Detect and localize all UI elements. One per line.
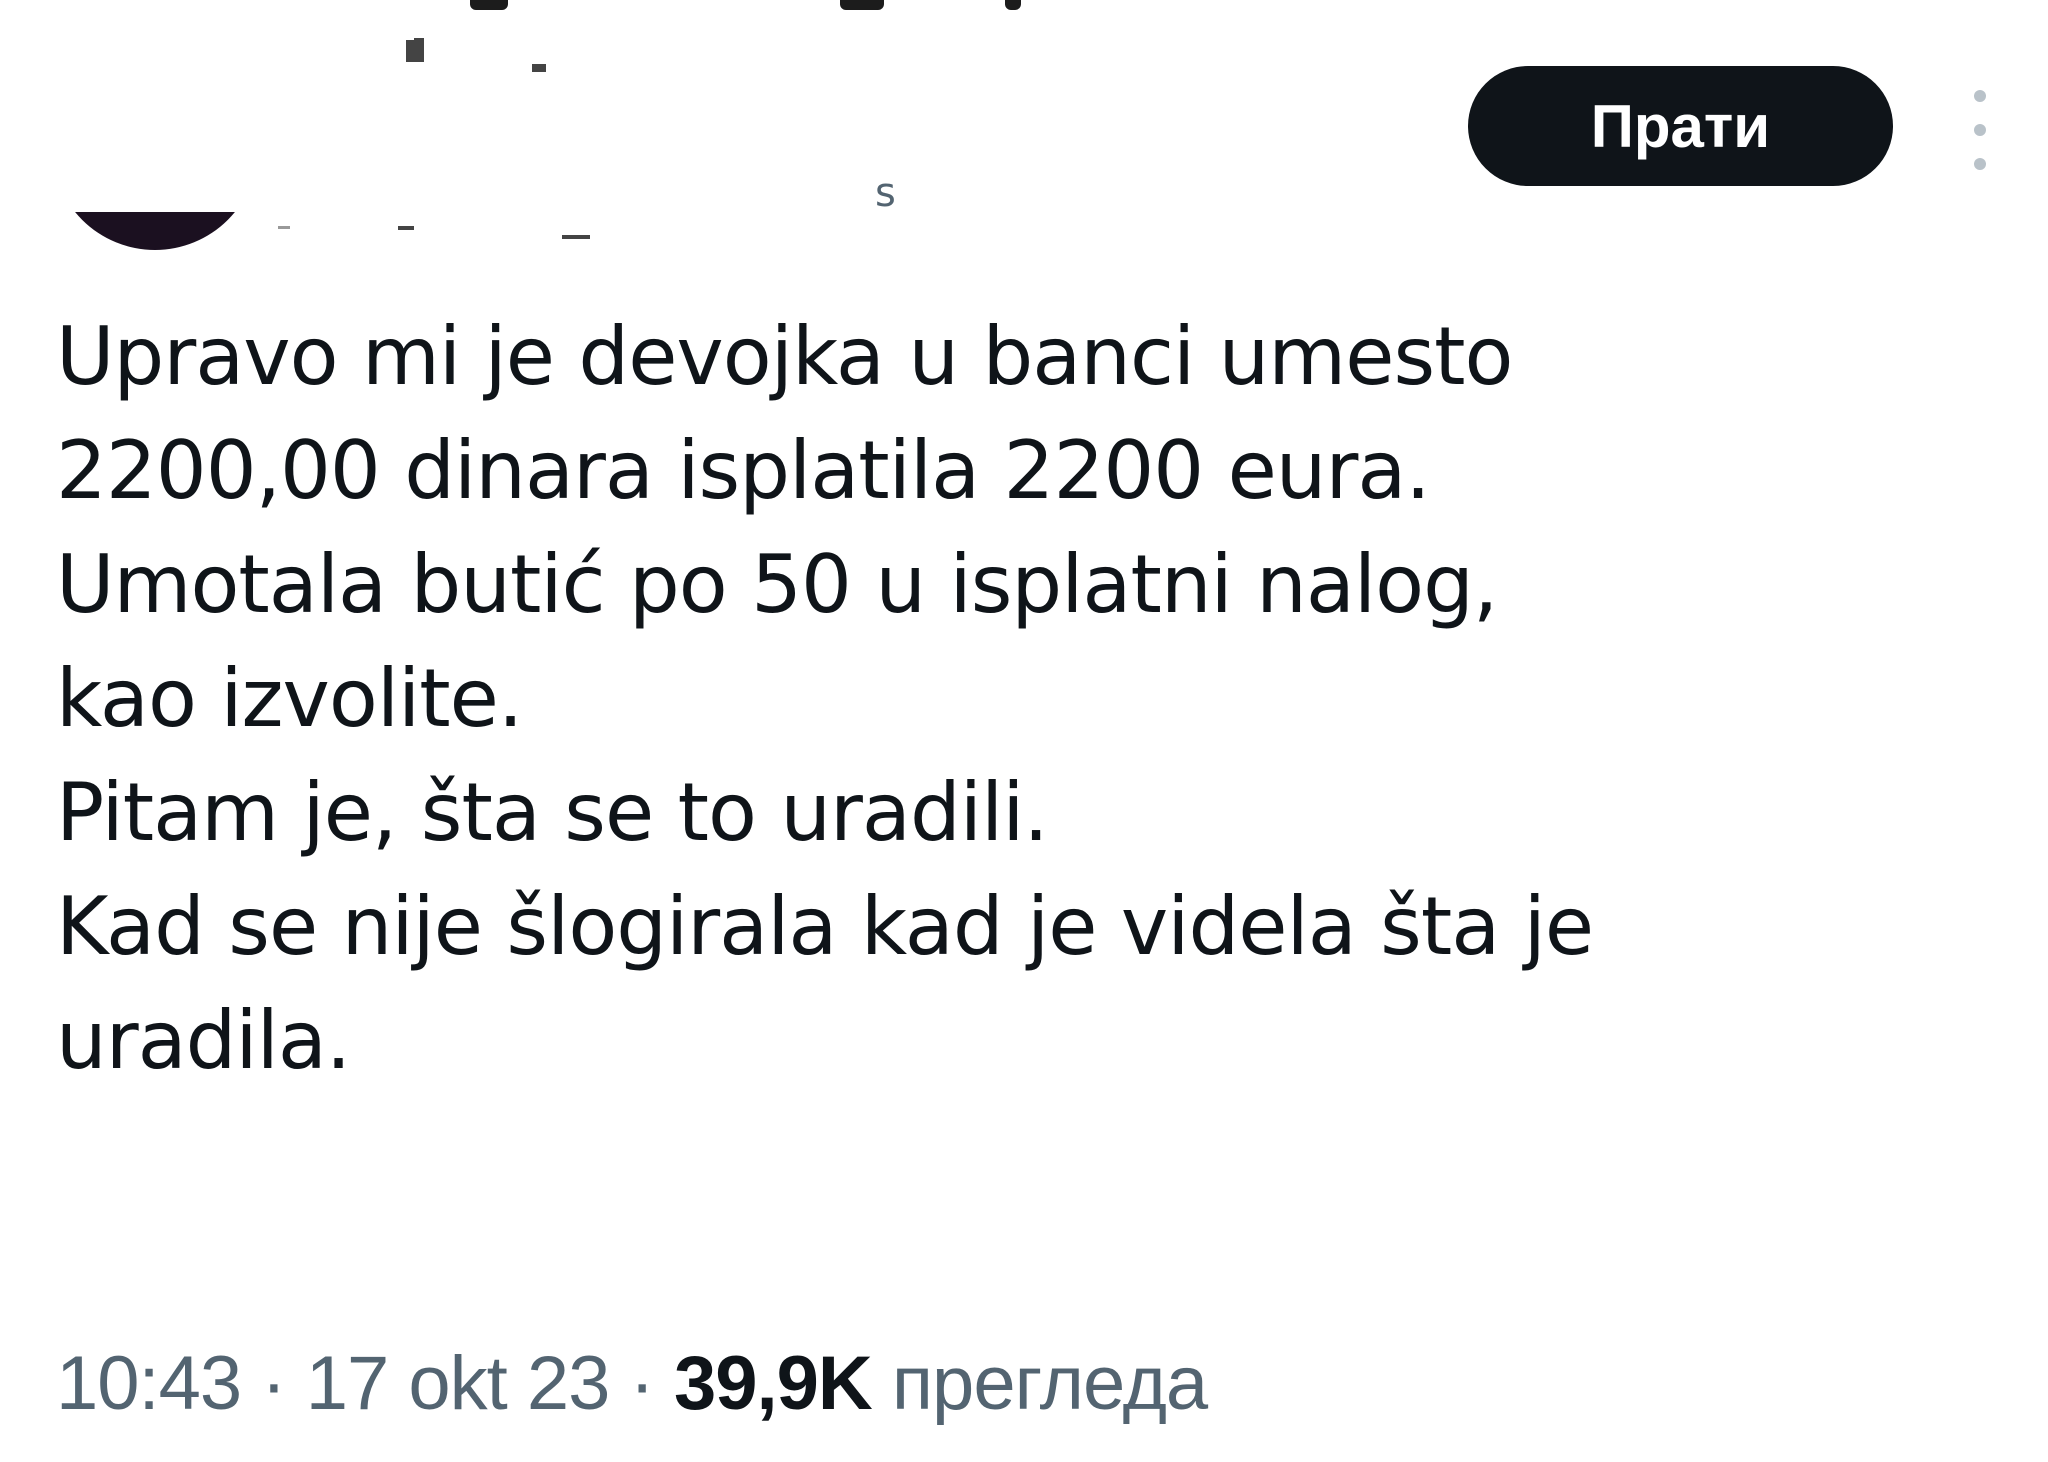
- tweet-meta: 10:43 · 17 okt 23 · 39,9K прегледа: [56, 1340, 1208, 1427]
- tweet-card: s Прати Upravo mi je devojka u banci ume…: [0, 0, 2048, 1462]
- redacted-handle: s: [875, 170, 896, 216]
- views-label: прегледа: [891, 1341, 1208, 1426]
- redacted-display-name: [250, 30, 950, 250]
- follow-button[interactable]: Прати: [1468, 66, 1893, 186]
- views-count[interactable]: 39,9K: [674, 1341, 873, 1426]
- tweet-line: kao izvolite.: [56, 652, 523, 745]
- meta-separator: ·: [609, 1341, 674, 1426]
- tweet-line: 2200,00 dinara isplatila 2200 eura.: [56, 424, 1431, 517]
- meta-separator: ·: [241, 1341, 306, 1426]
- tweet-line: Umotala butić po 50 u isplatni nalog,: [56, 538, 1498, 631]
- tweet-line: Upravo mi je devojka u banci umesto: [56, 310, 1513, 403]
- tweet-text: Upravo mi je devojka u banci umesto 2200…: [56, 300, 2016, 1098]
- tweet-line: uradila.: [56, 994, 351, 1087]
- tweet-line: Pitam je, šta se to uradili.: [56, 766, 1049, 859]
- more-vertical-icon[interactable]: [1960, 90, 2000, 170]
- tweet-time[interactable]: 10:43: [56, 1341, 242, 1426]
- cropped-previous-content: [0, 0, 2048, 14]
- tweet-line: Kad se nije šlogirala kad je videla šta …: [56, 880, 1594, 973]
- tweet-date[interactable]: 17 okt 23: [306, 1341, 611, 1426]
- avatar-redaction: [36, 22, 276, 212]
